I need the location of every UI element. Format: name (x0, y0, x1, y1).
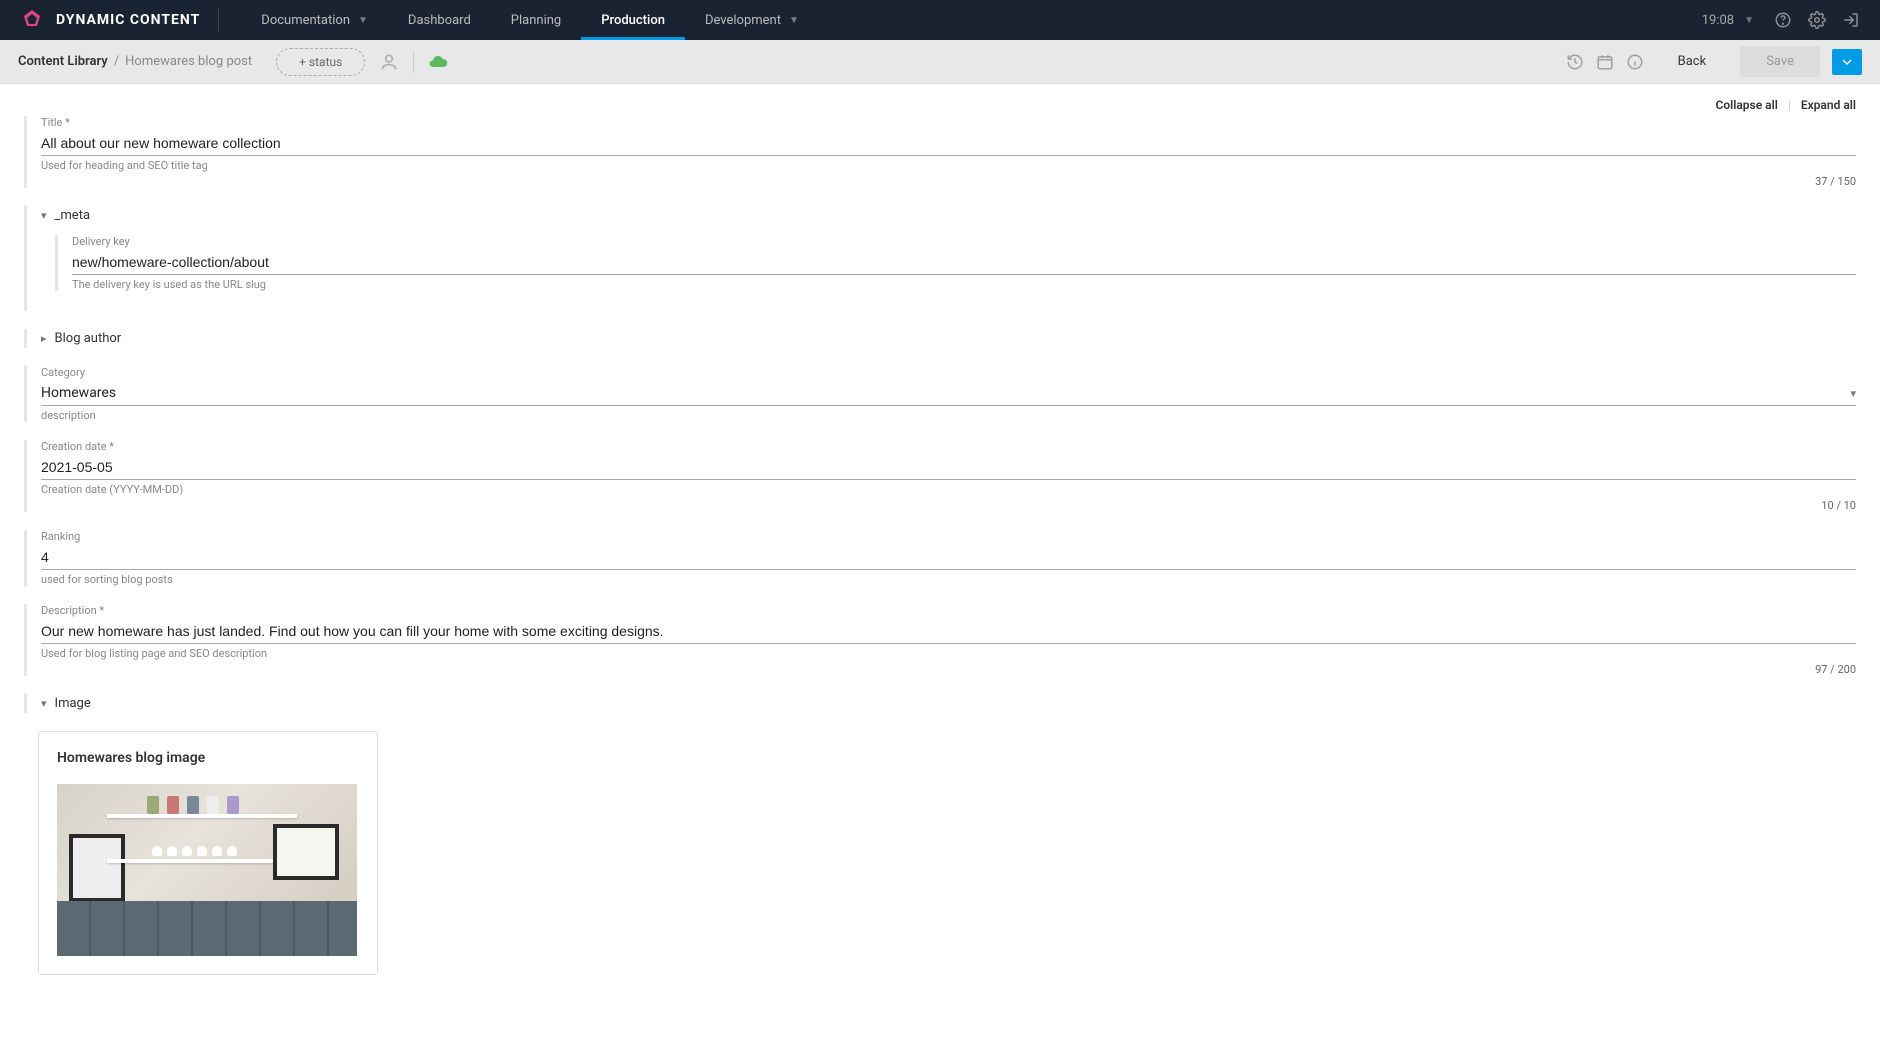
brand-logo-icon (20, 8, 44, 32)
title-input[interactable] (41, 131, 1856, 156)
chevron-down-icon: ▾ (41, 209, 47, 222)
ranking-helper: used for sorting blog posts (41, 573, 1856, 586)
ranking-label: Ranking (41, 530, 1856, 543)
title-counter: 37 / 150 (41, 175, 1856, 188)
delivery-key-input[interactable] (72, 250, 1856, 275)
creation-date-input[interactable] (41, 455, 1856, 480)
blog-author-label: Blog author (55, 331, 122, 346)
chevron-down-icon: ▼ (358, 15, 368, 26)
nav-planning[interactable]: Planning (491, 0, 581, 40)
nav-dashboard-label: Dashboard (408, 13, 471, 28)
sub-header: Content Library / Homewares blog post + … (0, 40, 1880, 84)
nav-development[interactable]: Development ▼ (685, 0, 819, 40)
chevron-down-icon: ▾ (1850, 387, 1856, 400)
breadcrumb: Content Library / Homewares blog post (18, 54, 252, 69)
category-select[interactable]: Homewares ▾ (41, 381, 1856, 406)
creation-date-label: Creation date * (41, 440, 1856, 453)
image-section-label: Image (55, 696, 91, 711)
title-label: Title * (41, 116, 1856, 129)
category-helper: description (41, 409, 1856, 422)
meta-section-label: _meta (55, 208, 90, 223)
user-icon[interactable] (379, 52, 399, 72)
add-status-button[interactable]: + status (276, 48, 365, 76)
logout-icon[interactable] (1842, 11, 1860, 29)
nav-planning-label: Planning (511, 13, 561, 28)
field-description: Description * Used for blog listing page… (24, 604, 1856, 676)
separator: | (1788, 98, 1791, 112)
info-icon[interactable] (1626, 53, 1644, 71)
breadcrumb-root[interactable]: Content Library (18, 54, 108, 69)
chevron-down-icon: ▼ (789, 15, 799, 26)
history-icon[interactable] (1566, 53, 1584, 71)
divider (413, 51, 414, 73)
back-button[interactable]: Back (1656, 46, 1729, 77)
description-label: Description * (41, 604, 1856, 617)
title-helper: Used for heading and SEO title tag (41, 159, 1856, 172)
description-helper: Used for blog listing page and SEO descr… (41, 647, 1856, 660)
chevron-down-icon: ▼ (1744, 15, 1754, 26)
settings-icon[interactable] (1808, 11, 1826, 29)
image-preview (57, 784, 357, 956)
help-icon[interactable] (1774, 11, 1792, 29)
brand-name: DYNAMIC CONTENT (56, 12, 200, 28)
category-label: Category (41, 366, 1856, 379)
save-button: Save (1740, 46, 1820, 77)
field-title: Title * Used for heading and SEO title t… (24, 116, 1856, 188)
nav-production[interactable]: Production (581, 0, 685, 40)
brand-area: DYNAMIC CONTENT (20, 8, 219, 32)
image-card-title: Homewares blog image (57, 750, 359, 766)
chevron-down-icon: ▾ (41, 697, 47, 710)
content-area: Collapse all | Expand all Title * Used f… (0, 84, 1880, 1058)
image-card[interactable]: Homewares blog image (38, 731, 378, 975)
collapse-all-button[interactable]: Collapse all (1715, 98, 1777, 112)
ranking-input[interactable] (41, 545, 1856, 570)
sub-header-icons (379, 51, 448, 73)
field-delivery-key: Delivery key The delivery key is used as… (55, 235, 1856, 291)
description-counter: 97 / 200 (41, 663, 1856, 676)
field-ranking: Ranking used for sorting blog posts (24, 530, 1856, 586)
nav-documentation-label: Documentation (261, 13, 350, 28)
save-dropdown-button[interactable] (1832, 49, 1862, 75)
time-value: 19:08 (1702, 13, 1734, 28)
nav-items: Documentation ▼ Dashboard Planning Produ… (241, 0, 819, 40)
expand-all-button[interactable]: Expand all (1801, 98, 1856, 112)
cloud-saved-icon (428, 52, 448, 72)
collapse-controls: Collapse all | Expand all (24, 98, 1856, 112)
nav-time[interactable]: 19:08 ▼ (1702, 13, 1754, 28)
breadcrumb-separator: / (114, 54, 119, 69)
field-category: Category Homewares ▾ description (24, 366, 1856, 422)
description-input[interactable] (41, 619, 1856, 644)
section-image: ▾ Image (24, 694, 1856, 713)
nav-dashboard[interactable]: Dashboard (388, 0, 491, 40)
section-blog-author: ▸ Blog author (24, 329, 1856, 348)
top-nav: DYNAMIC CONTENT Documentation ▼ Dashboar… (0, 0, 1880, 40)
breadcrumb-leaf: Homewares blog post (125, 54, 252, 69)
blog-author-header[interactable]: ▸ Blog author (41, 329, 1856, 348)
chevron-right-icon: ▸ (41, 332, 47, 345)
sub-header-right: Back Save (1566, 46, 1862, 77)
chevron-down-icon (1842, 57, 1852, 67)
nav-development-label: Development (705, 13, 781, 28)
creation-date-counter: 10 / 10 (41, 499, 1856, 512)
nav-documentation[interactable]: Documentation ▼ (241, 0, 388, 40)
nav-production-label: Production (601, 13, 665, 28)
delivery-key-label: Delivery key (72, 235, 1856, 248)
field-creation-date: Creation date * Creation date (YYYY-MM-D… (24, 440, 1856, 512)
category-value: Homewares (41, 385, 116, 401)
meta-section-header[interactable]: ▾ _meta (41, 206, 1856, 225)
creation-date-helper: Creation date (YYYY-MM-DD) (41, 483, 1856, 496)
nav-right: 19:08 ▼ (1702, 11, 1860, 29)
calendar-icon[interactable] (1596, 53, 1614, 71)
delivery-key-helper: The delivery key is used as the URL slug (72, 278, 1856, 291)
section-meta: ▾ _meta Delivery key The delivery key is… (24, 206, 1856, 311)
image-section-header[interactable]: ▾ Image (41, 694, 1856, 713)
